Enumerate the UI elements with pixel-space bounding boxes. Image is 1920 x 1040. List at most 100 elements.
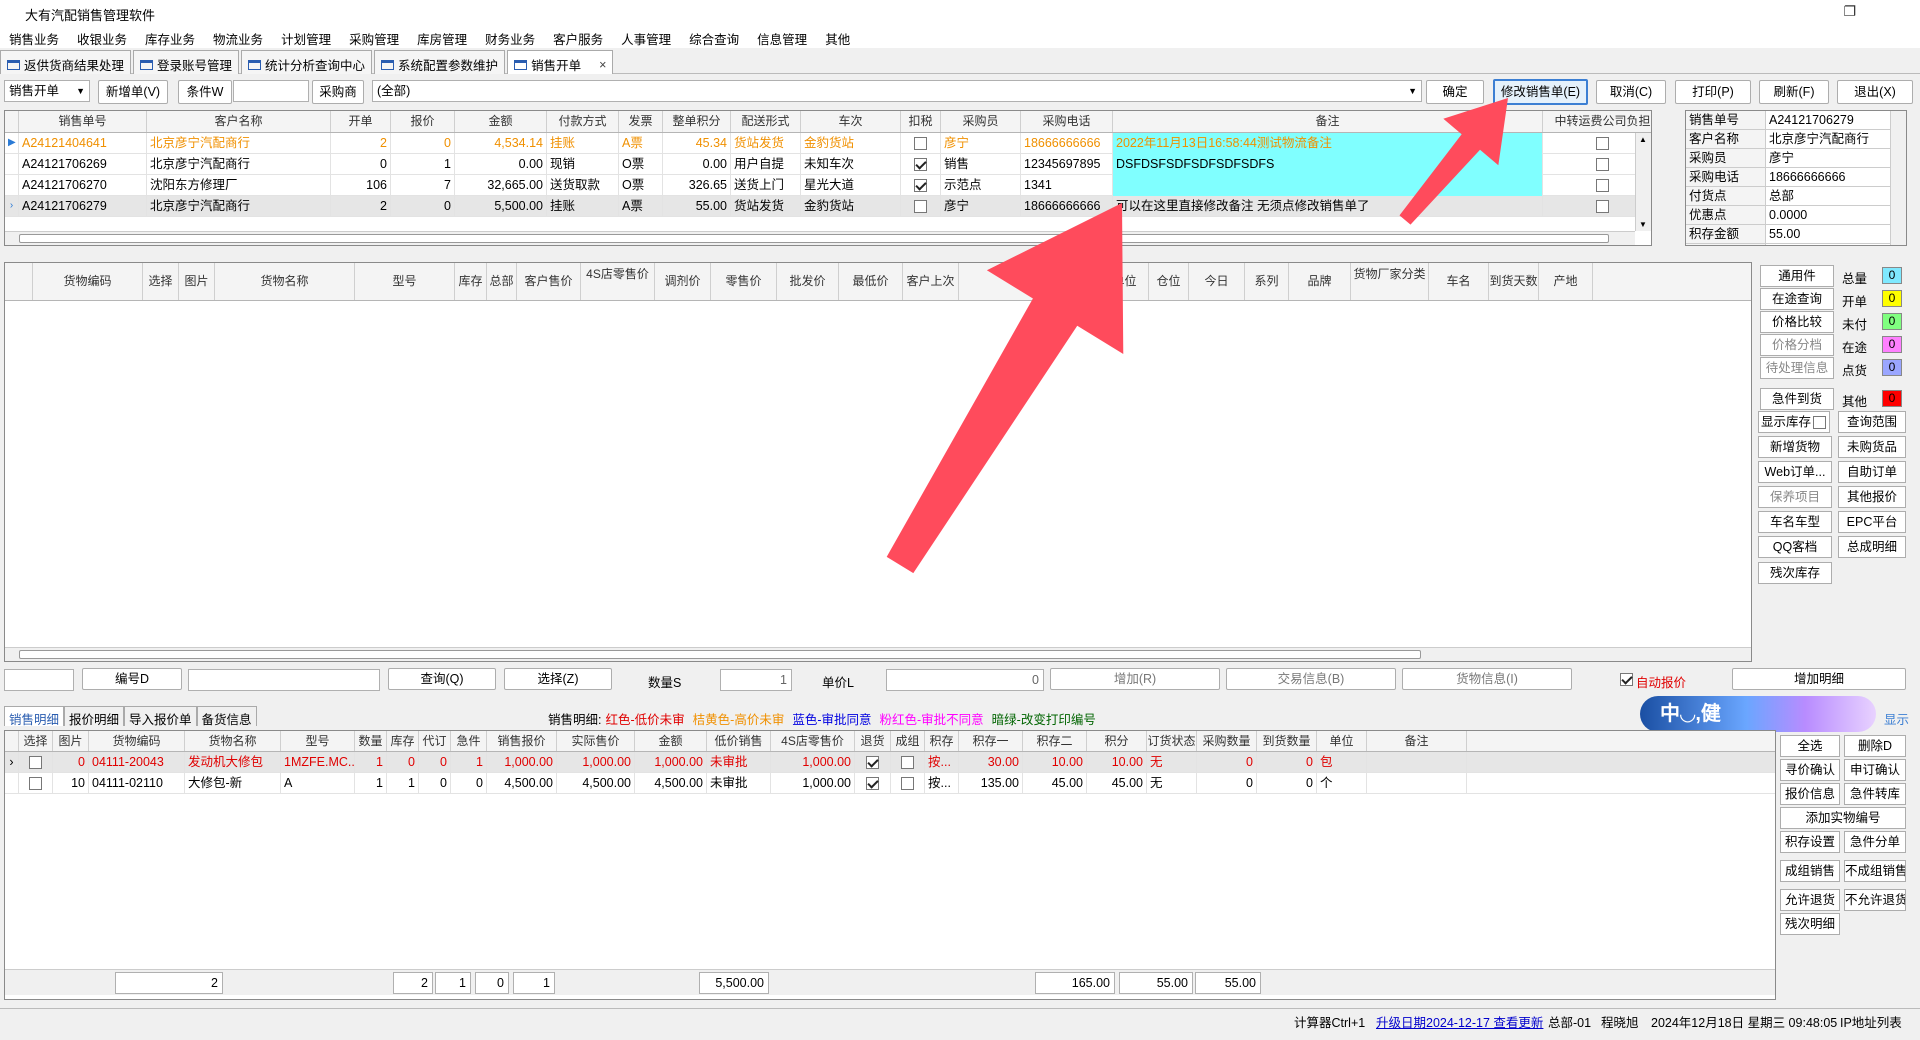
goods-column-header[interactable]	[959, 263, 1071, 300]
checkbox[interactable]	[914, 137, 927, 151]
detail-ret-cell[interactable]	[855, 773, 891, 794]
checkbox[interactable]	[914, 200, 927, 214]
goods-info-button[interactable]: 货物信息(I)	[1402, 668, 1572, 690]
detail-column-header[interactable]: 订货状态	[1147, 731, 1197, 751]
order-tax-cell[interactable]	[901, 175, 941, 196]
goods-column-header[interactable]: 今日	[1189, 263, 1245, 300]
menu-item-10[interactable]: 综合查询	[680, 26, 748, 48]
order-remark-cell[interactable]: 2022年11月13日16:58:44测试物流备注	[1113, 133, 1543, 154]
checkbox[interactable]	[1596, 137, 1609, 151]
detail-column-header[interactable]: 库存	[387, 731, 419, 751]
close-icon[interactable]: ×	[599, 58, 606, 72]
code-input[interactable]	[188, 669, 380, 691]
detail-side-button[interactable]: 报价信息	[1780, 783, 1840, 805]
detail-column-header[interactable]: 4S店零售价	[771, 731, 855, 751]
confirm-button[interactable]: 确定	[1426, 80, 1484, 104]
detail-column-header[interactable]	[5, 731, 19, 751]
order-remark-cell[interactable]: DSFDSFSDFSDFSDFSDFS	[1113, 154, 1543, 175]
checkbox[interactable]	[1596, 179, 1609, 193]
goods-column-header[interactable]: 客户上次	[903, 263, 959, 300]
goods-column-header[interactable]: 货物厂家分类	[1351, 263, 1429, 300]
menu-item-11[interactable]: 信息管理	[748, 26, 816, 48]
detail-ret-cell[interactable]	[855, 752, 891, 773]
detail-column-header[interactable]: 图片	[53, 731, 89, 751]
price-input[interactable]: 0	[886, 669, 1044, 691]
detail-side-button[interactable]: 残次明细	[1780, 913, 1840, 935]
qty-input[interactable]: 1	[720, 669, 792, 691]
menu-item-6[interactable]: 库房管理	[408, 26, 476, 48]
show-link[interactable]: 显示	[1884, 709, 1909, 728]
goods-column-header[interactable]: 批发价	[777, 263, 839, 300]
menu-item-8[interactable]: 客户服务	[544, 26, 612, 48]
ip-list-label[interactable]: IP地址列表	[1840, 1012, 1902, 1031]
side-button[interactable]: 车名车型	[1758, 511, 1832, 533]
side-button[interactable]: 未购货品	[1838, 436, 1906, 458]
orders-column-header[interactable]: 发票	[619, 111, 663, 132]
condition-input[interactable]	[233, 80, 309, 102]
menu-item-2[interactable]: 库存业务	[136, 26, 204, 48]
orders-column-header[interactable]: 报价	[391, 111, 455, 132]
detail-value[interactable]: 彦宁	[1766, 149, 1890, 168]
detail-column-header[interactable]: 金额	[635, 731, 707, 751]
goods-column-header[interactable]	[5, 263, 33, 300]
goods-column-header[interactable]: 总部	[487, 263, 517, 300]
orders-column-header[interactable]: 扣税	[901, 111, 941, 132]
side-button[interactable]: 价格分档	[1760, 334, 1834, 356]
orders-column-header[interactable]: 客户名称	[147, 111, 331, 132]
checkbox[interactable]	[1596, 158, 1609, 172]
new-order-button[interactable]: 新增单(V)	[98, 80, 168, 104]
orders-column-header[interactable]: 金额	[455, 111, 547, 132]
checkbox[interactable]	[901, 777, 914, 791]
detail-side-button[interactable]: 申订确认	[1844, 759, 1906, 781]
orders-column-header[interactable]: 车次	[801, 111, 901, 132]
side-button[interactable]: 在途查询	[1760, 288, 1834, 310]
modify-order-button[interactable]: 修改销售单(E)	[1493, 79, 1588, 105]
condition-button[interactable]: 条件W	[178, 80, 232, 104]
detail-side-button[interactable]: 积存设置	[1780, 831, 1840, 853]
checkbox[interactable]	[1596, 200, 1609, 214]
orders-column-header[interactable]: 整单积分	[663, 111, 731, 132]
scroll-thumb[interactable]	[19, 650, 1421, 659]
detail-value[interactable]: 北京彦宁汽配商行	[1766, 130, 1890, 149]
restore-icon[interactable]: ❐	[1843, 3, 1856, 20]
detail-column-header[interactable]: 采购数量	[1197, 731, 1257, 751]
goods-column-header[interactable]: 仓位	[1149, 263, 1189, 300]
menu-item-0[interactable]: 销售业务	[0, 26, 68, 48]
show-stock-toggle[interactable]: 显示库存	[1758, 411, 1830, 433]
tab-0[interactable]: 返供货商结果处理	[0, 50, 132, 74]
side-button[interactable]: 待处理信息	[1760, 357, 1834, 379]
menu-item-3[interactable]: 物流业务	[204, 26, 272, 48]
supplier-label-button[interactable]: 采购商	[312, 80, 364, 104]
detail-column-header[interactable]: 积存一	[959, 731, 1023, 751]
orders-column-header[interactable]: 配送形式	[731, 111, 801, 132]
detail-column-header[interactable]: 型号	[281, 731, 355, 751]
order-row[interactable]: A24121706270 沈阳东方修理厂 106 7 32,665.00 送货取款 O票 32…	[5, 175, 1651, 196]
detail-column-header[interactable]: 积存	[925, 731, 959, 751]
orders-horizontal-scrollbar[interactable]	[5, 231, 1635, 245]
detail-tab-1[interactable]: 报价明细	[64, 706, 125, 727]
detail-side-button[interactable]: 不允许退货	[1844, 889, 1906, 911]
checkbox[interactable]	[29, 777, 42, 791]
detail-column-header[interactable]: 积存二	[1023, 731, 1087, 751]
goods-column-header[interactable]: 到货天数	[1489, 263, 1539, 300]
mode-select[interactable]: 销售开单 ▼	[4, 80, 90, 102]
checkbox[interactable]	[1813, 416, 1827, 430]
goods-column-header[interactable]: 货物编码	[33, 263, 143, 300]
menu-item-7[interactable]: 财务业务	[476, 26, 544, 48]
menu-item-5[interactable]: 采购管理	[340, 26, 408, 48]
side-button[interactable]: 保养项目	[1758, 486, 1832, 508]
detail-column-header[interactable]: 货物编码	[89, 731, 185, 751]
tab-4[interactable]: 销售开单 ×	[507, 50, 614, 74]
tab-1[interactable]: 登录账号管理	[133, 50, 240, 74]
goods-column-header[interactable]: 调剂价	[655, 263, 711, 300]
detail-grp-cell[interactable]	[891, 773, 925, 794]
scroll-thumb[interactable]	[19, 234, 1609, 243]
detail-value[interactable]: 55.00	[1766, 225, 1890, 244]
order-row[interactable]: ▶ A24121404641 北京彦宁汽配商行 2 0 4,534.14 挂账 A票 45.34…	[5, 133, 1651, 154]
order-remark-cell[interactable]: 可以在这里直接修改备注 无须点修改销售单了	[1113, 196, 1543, 217]
orders-column-header[interactable]: 采购员	[941, 111, 1021, 132]
side-button[interactable]: 价格比较	[1760, 311, 1834, 333]
detail-grp-cell[interactable]	[891, 752, 925, 773]
detail-column-header[interactable]: 实际售价	[557, 731, 635, 751]
goods-column-header[interactable]: 单位	[1101, 263, 1149, 300]
